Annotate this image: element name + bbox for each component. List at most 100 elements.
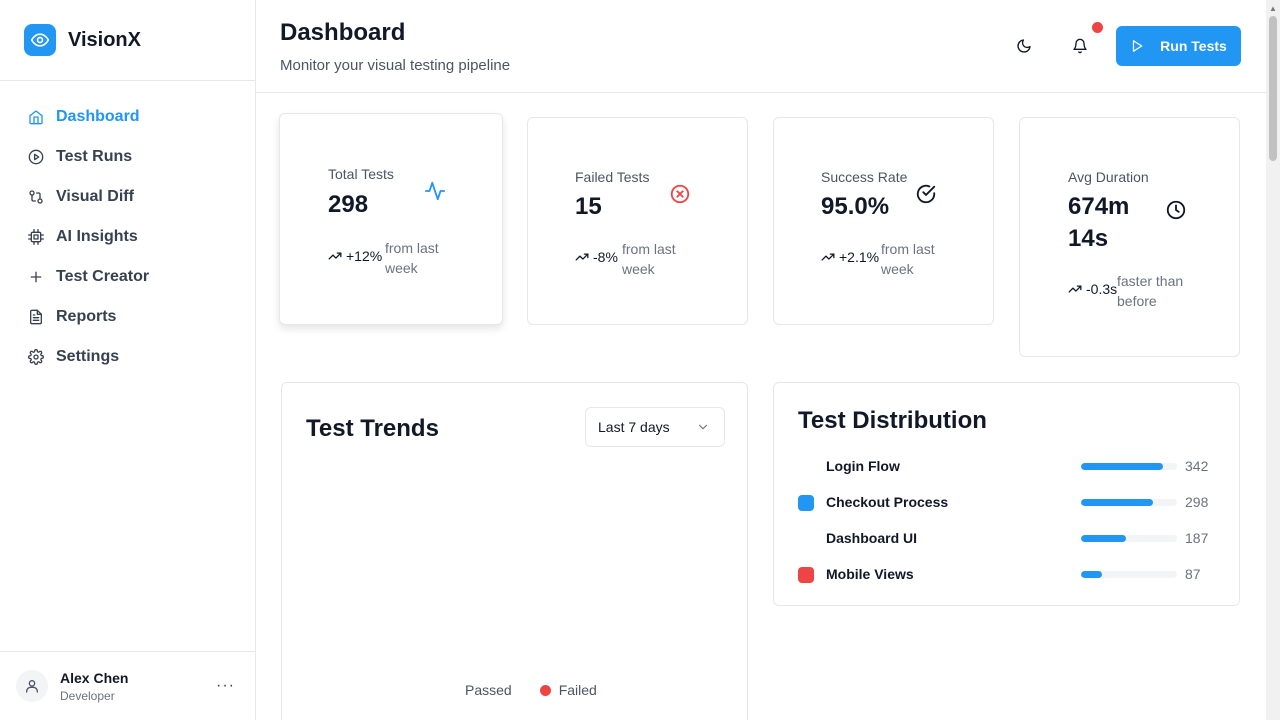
distribution-swatch [798,459,814,475]
run-tests-button[interactable]: Run Tests [1116,26,1241,66]
user-icon [26,680,38,693]
sidebar-item-label: Dashboard [56,108,140,125]
chevron-down-icon [696,420,710,434]
user-profile[interactable]: Alex Chen Developer ··· [0,651,255,720]
distribution-value: 342 [1185,458,1209,474]
sidebar-item-label: Reports [56,308,117,325]
stat-note: from last week [385,240,439,276]
stat-value: 298 [328,191,369,218]
stat-card-success-rate[interactable]: Success Rate 95.0% +2.1% from last week [773,117,994,325]
distribution-bar-fill [1081,499,1153,506]
theme-toggle-button[interactable] [1012,34,1036,58]
user-role: Developer [60,688,115,703]
run-tests-label: Run Tests [1160,38,1227,54]
sidebar-item-dashboard[interactable]: Dashboard [0,97,255,137]
distribution-name: Mobile Views [826,566,914,582]
trending-up-icon [821,253,835,261]
legend-failed-swatch [539,684,551,696]
distribution-bar-fill [1081,535,1126,542]
sidebar-item-test-runs[interactable]: Test Runs [0,137,255,177]
stat-card-total-tests[interactable]: Total Tests 298 +12% from last week [279,113,503,325]
trending-up-icon [1068,285,1082,293]
sidebar-item-settings[interactable]: Settings [0,337,255,377]
sidebar-item-visual-diff[interactable]: Visual Diff [0,177,255,217]
scroll-thumb[interactable] [1269,16,1277,161]
page-title: Dashboard [280,19,406,46]
page-subtitle: Monitor your visual testing pipeline [280,57,511,74]
stat-value: 674m 14s [1068,193,1130,252]
sidebar-item-ai-insights[interactable]: AI Insights [0,217,255,257]
distribution-row: Mobile Views 87 [774,563,1240,587]
moon-icon [1017,39,1031,53]
stat-note: faster than before [1117,273,1184,309]
brand-name: VisionX [68,28,141,51]
distribution-row: Dashboard UI 187 [774,527,1240,551]
sidebar-item-test-creator[interactable]: Test Creator [0,257,255,297]
stat-change: +2.1% [839,249,880,265]
sidebar-item-reports[interactable]: Reports [0,297,255,337]
stat-note: from last week [622,241,676,277]
sidebar: VisionX Dashboard Test Runs Visual Diff … [0,0,256,720]
test-distribution-panel: Test Distribution Login Flow 342 Checkout … [773,382,1240,606]
cpu-icon [28,229,44,245]
stat-value: 95.0% [821,193,890,220]
notification-badge [1092,22,1103,33]
test-trends-title: Test Trends [306,415,439,442]
eye-icon [24,24,56,56]
git-compare-icon [28,189,44,205]
scroll-up-icon[interactable]: ▲ [1269,4,1277,13]
distribution-value: 298 [1185,494,1209,510]
sidebar-item-label: Visual Diff [56,188,134,205]
distribution-bar-track [1081,499,1177,506]
stat-card-failed-tests[interactable]: Failed Tests 15 -8% from last week [527,117,748,325]
stat-change: -8% [593,249,618,265]
brand[interactable]: VisionX [0,0,255,81]
activity-icon [423,179,447,203]
page-scrollbar[interactable]: ▲ [1266,0,1280,720]
stat-card-avg-duration[interactable]: Avg Duration 674m 14s -0.3s faster than … [1019,117,1240,357]
distribution-row: Checkout Process 298 [774,491,1240,515]
stat-change: -0.3s [1086,281,1118,297]
more-options-icon[interactable]: ··· [216,677,235,695]
header: Dashboard Monitor your visual testing pi… [256,0,1266,93]
distribution-swatch [798,531,814,547]
trending-up-icon [575,253,589,261]
stat-note: from last week [881,241,935,277]
file-text-icon [28,309,44,325]
distribution-value: 87 [1185,566,1201,582]
user-info: Alex Chen Developer [60,670,128,703]
avatar [16,670,48,702]
sidebar-nav: Dashboard Test Runs Visual Diff AI Insig… [0,81,255,377]
distribution-bar-fill [1081,463,1164,470]
play-icon [1130,39,1144,53]
stat-trend: -0.3s [1068,281,1117,297]
stat-change: +12% [346,248,383,264]
notifications-button[interactable] [1068,34,1092,58]
sidebar-item-label: Settings [56,348,120,365]
check-circle-icon [914,182,938,206]
distribution-name: Checkout Process [826,494,949,510]
stat-trend: +12% [328,248,382,264]
chart-legend: Passed Failed [465,682,597,698]
user-name: Alex Chen [60,669,129,686]
legend-failed: Failed [558,682,597,698]
distribution-swatch [798,495,814,511]
sidebar-item-label: Test Creator [56,268,150,285]
distribution-name: Dashboard UI [826,530,918,546]
home-icon [28,109,44,125]
date-range-select[interactable]: Last 7 days [585,407,725,447]
date-range-value: Last 7 days [598,419,670,435]
plus-icon [28,269,44,285]
play-circle-icon [28,149,44,165]
stat-label: Total Tests [328,166,394,182]
distribution-swatch [798,567,814,583]
sidebar-item-label: AI Insights [56,228,138,245]
trending-up-icon [328,252,342,260]
test-distribution-title: Test Distribution [798,407,987,434]
legend-passed: Passed [465,682,512,698]
gear-icon [28,349,44,365]
test-trends-panel: Test Trends Last 7 days Passed Failed [281,382,748,720]
distribution-bar-track [1081,535,1177,542]
stat-trend: -8% [575,249,618,265]
stat-label: Avg Duration [1068,169,1149,185]
